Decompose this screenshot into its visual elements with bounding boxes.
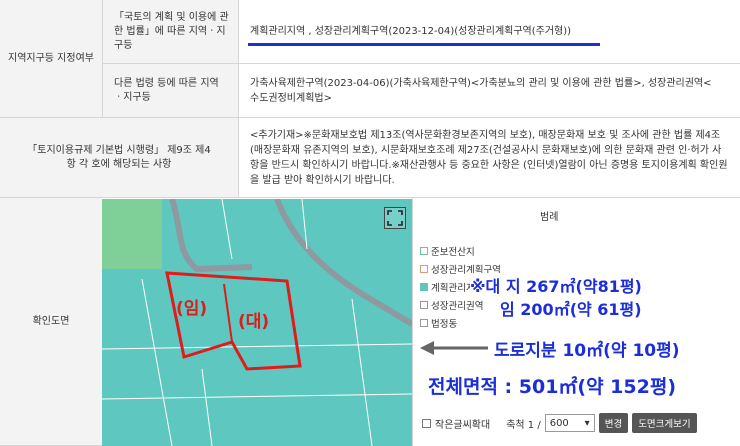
- legend-swatch: [420, 319, 428, 327]
- legend-item: 준보전산지: [420, 244, 475, 258]
- fullscreen-icon: [387, 210, 403, 226]
- map-controls: 작은글씨확대 축척 1 / 600 ▾ 변경 도면크게보기: [412, 408, 740, 438]
- divider: [102, 0, 103, 118]
- legend-item: 법정동: [420, 316, 457, 330]
- reg-label-text: 「토지이용규제 기본법 시행령」 제9조 제4항 각 호에 해당되는 사항: [27, 144, 211, 170]
- zone-label-text: 지역지구등 지정여부: [8, 52, 94, 64]
- map-parcel-line: [201, 368, 213, 446]
- legend-title: 범례: [540, 212, 559, 223]
- area-annotation-forest: 임 200㎡(약 61평): [500, 296, 642, 320]
- sub2-value: 가축사육제한구역(2023-04-06)(가축사육제한구역)<가축분뇨의 관리 …: [238, 64, 740, 118]
- area-annotation-road: 도로지분 10㎡(약 10평): [494, 336, 680, 361]
- legend-swatch: [420, 247, 428, 255]
- map-zone-green: [102, 199, 162, 269]
- reg-label: 「토지이용규제 기본법 시행령」 제9조 제4항 각 호에 해당되는 사항: [0, 118, 238, 198]
- map-label-text: 확인도면: [32, 315, 70, 327]
- area-annotation-total: 전체면적 : 501㎡(약 152평): [428, 372, 677, 399]
- enlarge-map-button[interactable]: 도면크게보기: [632, 413, 697, 433]
- subject-parcel: [165, 271, 302, 371]
- parcel-label-forest: (임): [176, 299, 208, 319]
- map-parcel-line: [141, 278, 173, 446]
- sub1-label: 「국토의 계획 및 이용에 관한 법률」에 따른 지역ㆍ지구등: [102, 0, 238, 64]
- small-text-label: 작은글씨확대: [435, 419, 491, 431]
- divider: [238, 0, 239, 198]
- parcel-label-site: (대): [238, 312, 270, 332]
- sub1-value: 계획관리지역 , 성장관리계획구역(2023-12-04)(성장관리계획구역(주…: [238, 0, 740, 64]
- sub1-label-text: 「국토의 계획 및 이용에 관한 법률」에 따른 지역ㆍ지구등: [114, 11, 229, 51]
- map-parcel-line: [351, 298, 373, 446]
- scale-select[interactable]: 600 ▾: [544, 414, 595, 432]
- legend-item: 성장관리권역: [420, 298, 483, 312]
- apply-scale-button[interactable]: 변경: [598, 413, 629, 433]
- cadastral-map[interactable]: (임) (대): [102, 199, 412, 446]
- small-text-checkbox[interactable]: [422, 418, 431, 428]
- map-parcel-line: [102, 343, 412, 350]
- fullscreen-button[interactable]: [384, 207, 406, 229]
- map-parcel-line: [221, 199, 233, 260]
- zone-row-label: 지역지구등 지정여부: [0, 0, 102, 118]
- legend-swatch: [420, 265, 428, 273]
- area-annotation-site: ※대 지 267㎡(약81평): [470, 273, 642, 297]
- parcel-divider: [223, 283, 233, 343]
- legend-swatch: [420, 301, 428, 309]
- sub2-label-text: 다른 법령 등에 따른 지역ㆍ지구등: [114, 77, 219, 103]
- arrow-icon: [420, 341, 488, 355]
- sub2-label: 다른 법령 등에 따른 지역ㆍ지구등: [102, 64, 238, 118]
- reg-value: <추가기재>※문화재보호법 제13조(역사문화환경보존지역의 보호), 매장문화…: [238, 118, 740, 198]
- sub1-value-text: 계획관리지역 , 성장관리계획구역(2023-12-04)(성장관리계획구역(주…: [250, 26, 572, 37]
- map-row-label: 확인도면: [0, 198, 102, 446]
- scale-label: 축척 1 /: [506, 419, 541, 431]
- reg-value-text: <추가기재>※문화재보호법 제13조(역사문화환경보존지역의 보호), 매장문화…: [250, 129, 728, 186]
- legend-swatch: [420, 283, 428, 291]
- highlight-underline: [248, 43, 600, 46]
- sub2-value-text: 가축사육제한구역(2023-04-06)(가축사육제한구역)<가축분뇨의 관리 …: [250, 77, 712, 104]
- map-road: [169, 199, 253, 273]
- chevron-down-icon: ▾: [584, 417, 590, 429]
